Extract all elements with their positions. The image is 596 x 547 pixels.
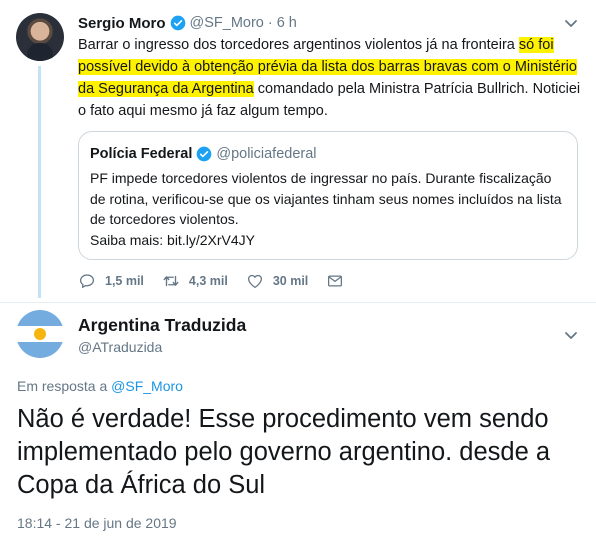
thread-connector-line [38,66,41,298]
quoted-tweet-body: PF impede torcedores violentos de ingres… [90,168,570,250]
author-name[interactable]: Sergio Moro [78,15,166,32]
direct-message-button[interactable] [326,272,353,290]
avatar-argentina-traduzida[interactable] [16,310,64,358]
chevron-down-icon[interactable] [563,327,579,343]
quoted-author-name: Polícia Federal [90,146,193,162]
tweet-actions: 1,5 mil 4,3 mil 30 mil [78,272,371,290]
quoted-tweet-header: Polícia Federal @policiafederal [90,146,317,162]
tweet2-body: Não é verdade! Esse procedimento vem sen… [17,405,551,499]
reply-to-handle-link[interactable]: @SF_Moro [111,378,183,394]
like-button[interactable]: 30 mil [246,272,308,290]
tweet-timestamp[interactable]: 6 h [277,15,297,31]
tweet1-body: Barrar o ingresso dos torcedores argenti… [78,34,584,122]
reply-icon [79,274,95,289]
reply-prefix: Em resposta a [17,378,112,394]
tweet-divider [0,302,596,303]
tweet-text-before: Barrar o ingresso dos torcedores argenti… [78,37,519,53]
avatar-sergio-moro[interactable] [16,13,64,61]
tweet1-header: Sergio Moro @SF_Moro · 6 h [78,13,297,33]
like-count: 30 mil [272,274,309,288]
author-handle[interactable]: @ATraduzida [78,339,162,355]
envelope-icon [328,275,343,287]
verified-badge-icon [197,146,212,162]
header-separator: · [267,15,273,31]
author-handle[interactable]: @SF_Moro [190,15,264,31]
author-name[interactable]: Argentina Traduzida [78,315,246,336]
highlighted-text: só foi [518,37,554,53]
heart-icon [247,274,262,289]
verified-badge-icon [170,15,185,31]
reply-count: 1,5 mil [105,274,144,288]
quoted-tweet-text: PF impede torcedores violentos de ingres… [90,170,562,227]
retweet-icon [163,275,179,287]
quoted-tweet-card[interactable]: Polícia Federal @policiafederal PF imped… [78,131,578,260]
retweet-button[interactable]: 4,3 mil [162,272,228,290]
in-reply-to: Em resposta a @SF_Moro [17,378,183,394]
retweet-count: 4,3 mil [188,274,228,288]
quoted-author-handle: @policiafederal [216,146,317,162]
reply-button[interactable]: 1,5 mil [78,272,144,290]
tweet-date[interactable]: 18:14 - 21 de jun de 2019 [17,515,177,531]
chevron-down-icon[interactable] [563,15,579,31]
quoted-tweet-link: Saiba mais: bit.ly/2XrV4JY [90,231,255,248]
